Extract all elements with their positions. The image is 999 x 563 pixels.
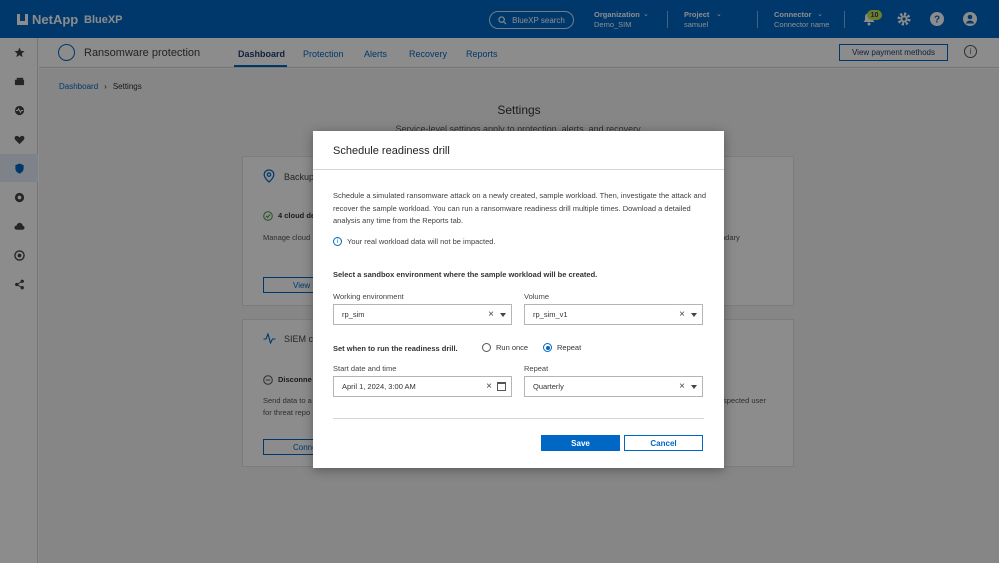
repeat-frequency-value: Quarterly [533,382,564,391]
repeat-option-label: Repeat [557,343,582,352]
dialog-note-text: Your real workload data will not be impa… [347,237,496,246]
schedule-readiness-drill-dialog: Schedule readiness drill Schedule a simu… [313,131,724,468]
working-environment-select[interactable]: rp_sim × [333,304,512,325]
sandbox-heading: Select a sandbox environment where the s… [333,270,598,279]
volume-label: Volume [524,292,550,301]
repeat-radio[interactable]: Repeat [543,343,581,352]
caret-down-icon[interactable] [691,313,697,317]
calendar-icon[interactable] [497,382,506,391]
dialog-divider [313,169,724,170]
start-date-input[interactable]: April 1, 2024, 3:00 AM × [333,376,512,397]
repeat-label: Repeat [524,364,549,373]
start-date-value: April 1, 2024, 3:00 AM [342,382,416,391]
repeat-frequency-select[interactable]: Quarterly × [524,376,703,397]
dialog-description: Schedule a simulated ransomware attack o… [333,191,706,225]
clear-icon[interactable]: × [679,381,685,392]
start-date-label: Start date and time [333,364,397,373]
run-once-radio[interactable]: Run once [482,343,528,352]
run-once-label: Run once [496,343,529,352]
dialog-title: Schedule readiness drill [333,145,450,157]
volume-select[interactable]: rp_sim_v1 × [524,304,703,325]
caret-down-icon[interactable] [500,313,506,317]
working-environment-label: Working environment [333,292,404,301]
radio-checked-icon [543,343,552,352]
dialog-note: i Your real workload data will not be im… [333,237,496,246]
info-icon: i [333,237,342,246]
clear-icon[interactable]: × [679,309,685,320]
dialog-footer-divider [333,418,704,419]
caret-down-icon[interactable] [691,385,697,389]
radio-unchecked-icon [482,343,491,352]
schedule-heading: Set when to run the readiness drill. [333,344,458,353]
save-button[interactable]: Save [541,435,620,451]
clear-icon[interactable]: × [486,381,492,392]
volume-value: rp_sim_v1 [533,310,568,319]
working-environment-value: rp_sim [342,310,365,319]
clear-icon[interactable]: × [488,309,494,320]
cancel-button[interactable]: Cancel [624,435,703,451]
